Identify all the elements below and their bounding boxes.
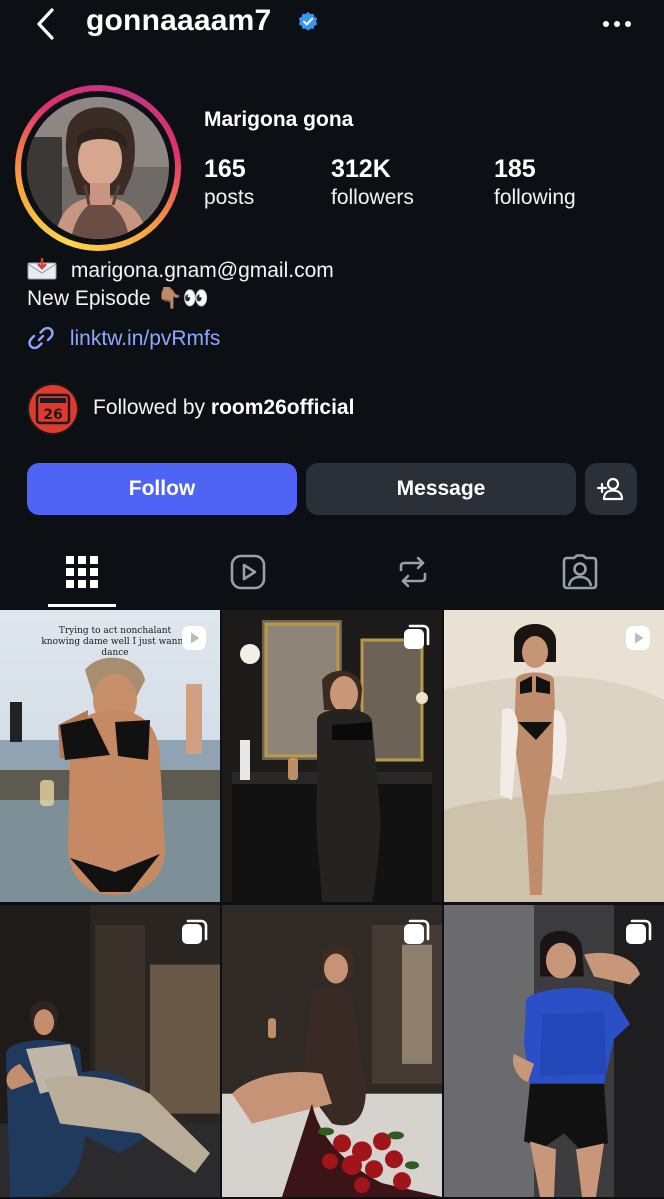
suggested-users-button[interactable] [585,463,637,515]
post-thumbnail[interactable]: Trying to act nonchalant knowing dame we… [0,610,220,902]
post-photo-bathroom [222,610,442,902]
tab-tagged[interactable] [550,548,610,596]
incoming-envelope-icon [27,258,57,280]
posts-grid: Trying to act nonchalant knowing dame we… [0,610,664,1199]
carousel-badge-icon [626,919,652,944]
tab-reels[interactable] [218,548,278,596]
post-caption-overlay: Trying to act nonchalant knowing dame we… [41,626,189,658]
post-photo-jersey [444,905,664,1197]
post-thumbnail[interactable] [0,905,220,1197]
tab-posts-grid[interactable] [52,548,112,596]
followed-by-text: Followed by room26official [93,396,354,420]
followed-by-account[interactable]: room26official [211,396,355,419]
profile-header: gonnaaaam7 [0,0,664,52]
more-options-button[interactable] [600,10,634,38]
bio-link-text: linktw.in/pvRmfs [69,327,221,350]
tagged-user-icon [562,554,598,590]
story-ring[interactable] [15,85,181,251]
profile-avatar[interactable] [27,97,169,239]
carousel-badge-icon [182,919,208,944]
post-thumbnail[interactable] [444,610,664,902]
reel-badge-icon [626,626,650,650]
post-thumbnail[interactable] [222,610,442,902]
stat-following[interactable]: 185 following [494,155,576,213]
stat-posts[interactable]: 165 posts [204,155,254,213]
followed-by-prefix: Followed by [93,396,206,419]
message-button[interactable]: Message [306,463,576,515]
post-photo-desert [444,610,664,902]
post-photo-armchair [0,905,220,1197]
stat-followers[interactable]: 312K followers [331,155,414,213]
follow-button[interactable]: Follow [27,463,297,515]
bio-link[interactable]: linktw.in/pvRmfs [27,324,220,352]
carousel-badge-icon [404,919,430,944]
chevron-left-icon [37,8,54,40]
stat-followers-label: followers [331,186,414,209]
bio-email-line: marigona.gnam@gmail.com [27,258,334,283]
reels-icon [230,554,266,590]
stat-posts-label: posts [204,186,255,209]
bio-episode: New Episode 👇🏽👀 [27,287,209,310]
avatar-photo [27,97,169,239]
reel-badge-icon [182,626,206,650]
back-button[interactable] [30,4,64,44]
profile-username: gonnaaaam7 [86,4,272,37]
carousel-badge-icon [404,624,430,649]
grid-icon [66,556,98,588]
active-tab-indicator [48,604,116,607]
display-name: Marigona gona [204,108,354,131]
more-horizontal-icon [603,21,631,27]
post-photo-roses [222,905,442,1197]
repost-icon [399,556,427,588]
post-thumbnail[interactable] [444,905,664,1197]
add-user-icon [596,477,624,501]
stat-following-label: following [494,186,576,209]
stat-following-value: 185 [494,155,536,183]
bio-email[interactable]: marigona.gnam@gmail.com [71,259,334,282]
link-icon [28,326,54,350]
room26-avatar: 26 [27,383,79,435]
verified-badge-icon [298,11,318,31]
stat-followers-value: 312K [331,155,391,183]
tab-reposts[interactable] [383,548,443,596]
room26-logo-text: 26 [43,407,62,423]
stat-posts-value: 165 [204,155,246,183]
post-thumbnail[interactable] [222,905,442,1197]
